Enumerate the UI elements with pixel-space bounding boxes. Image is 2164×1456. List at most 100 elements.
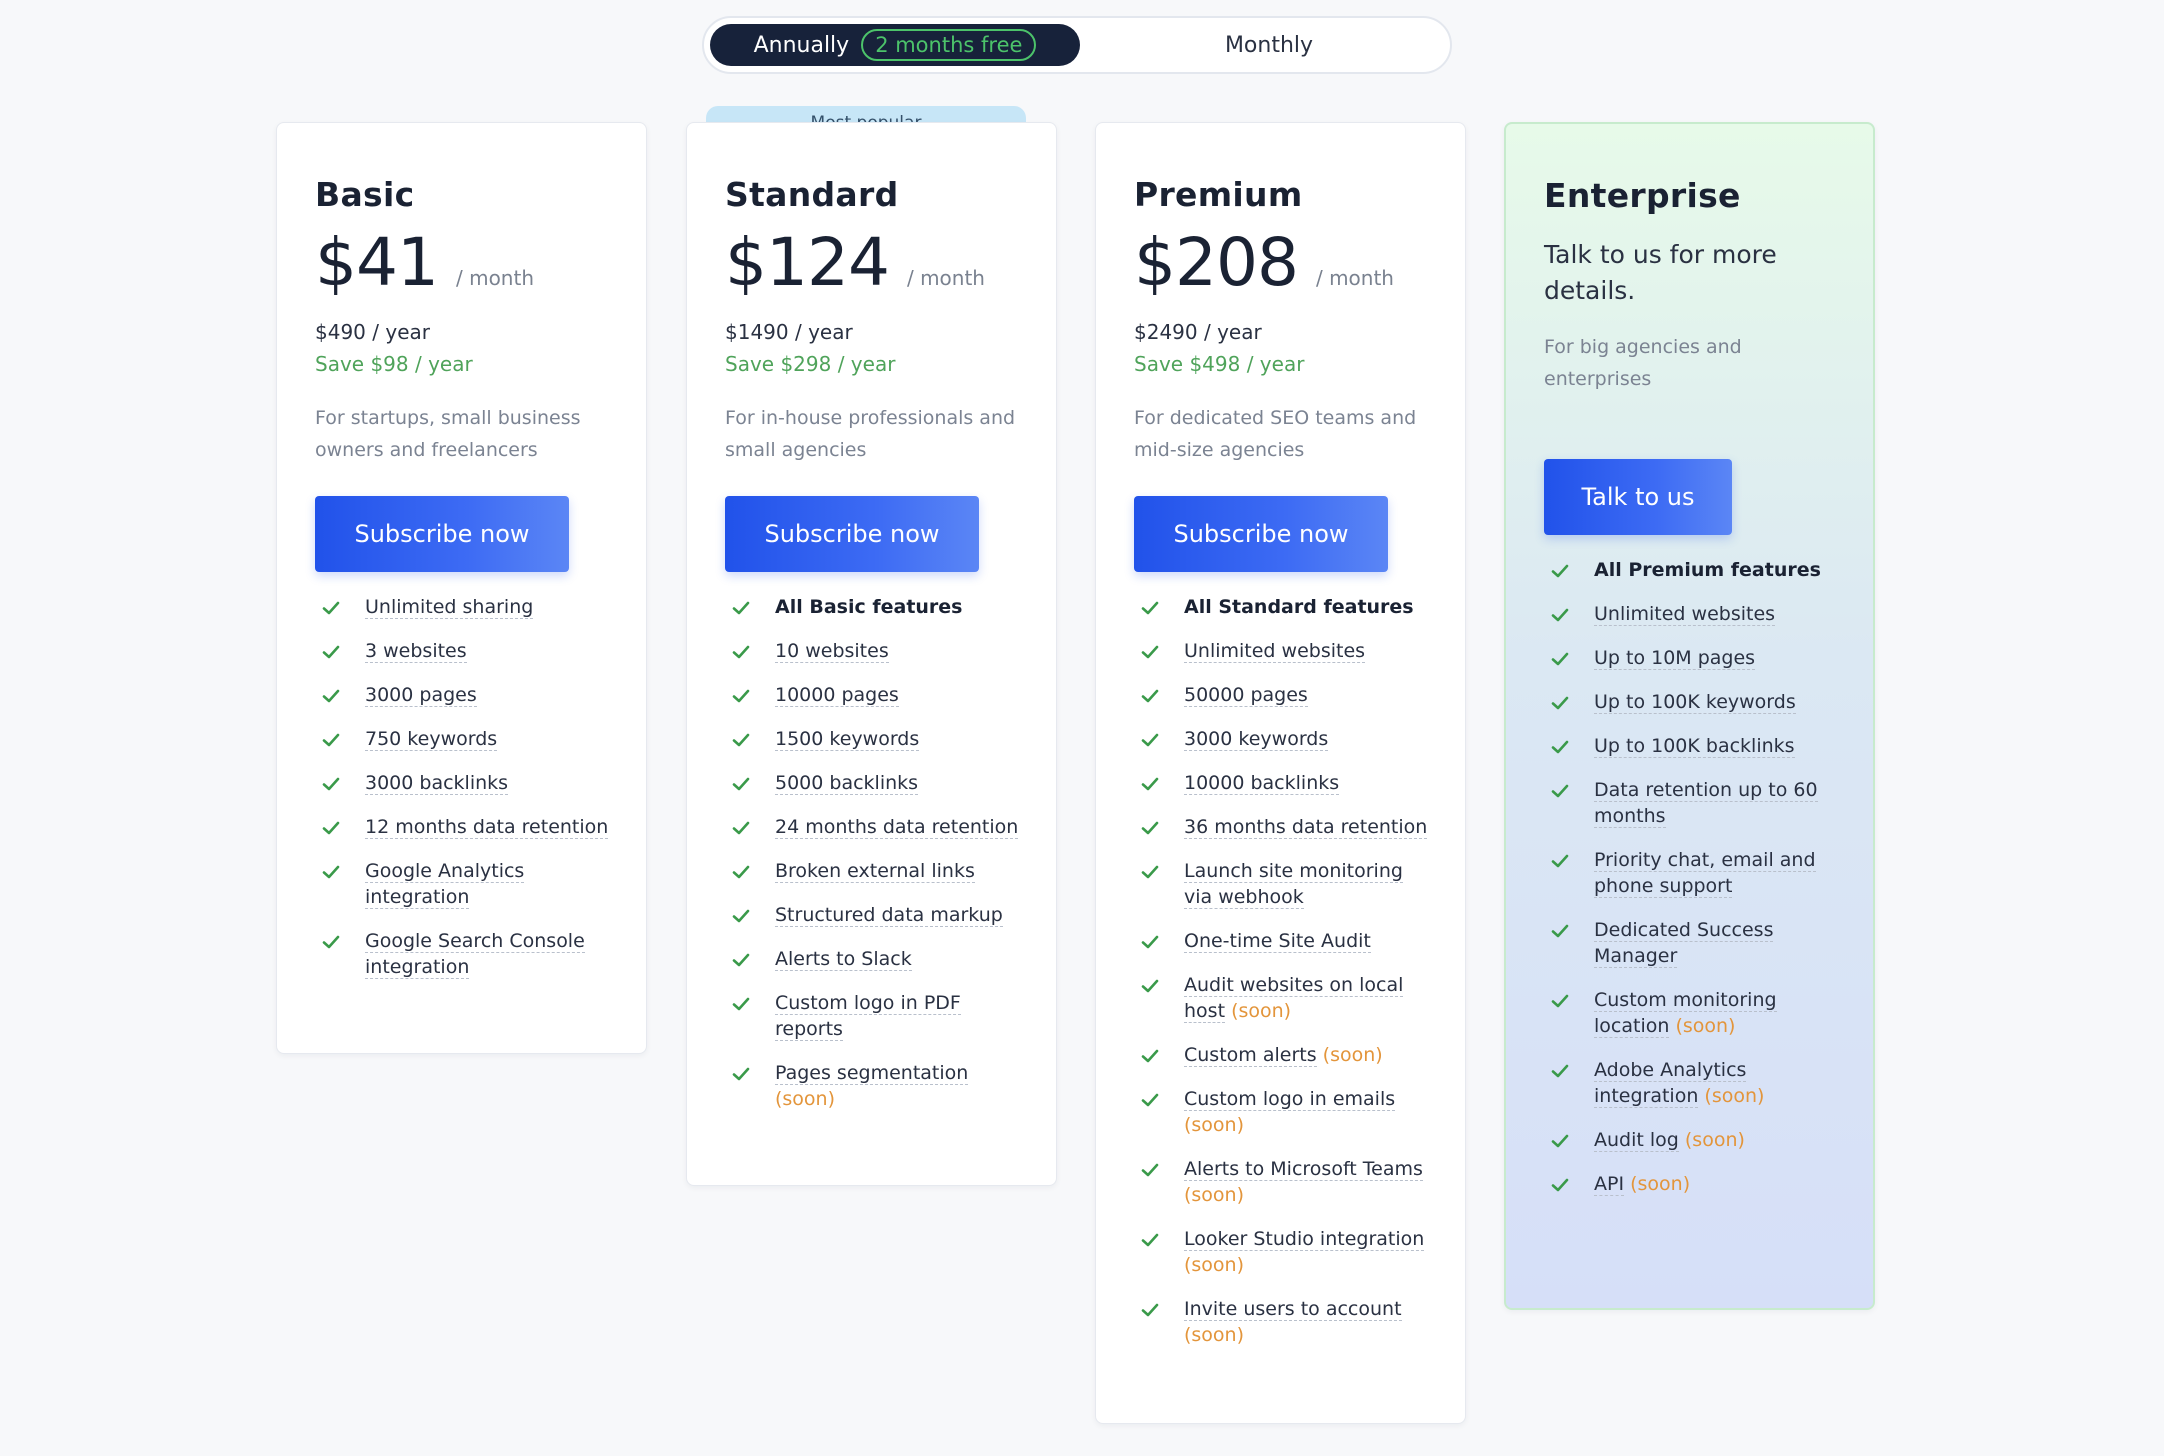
feature-label[interactable]: 12 months data retention: [365, 816, 609, 839]
feature-label[interactable]: Unlimited sharing: [365, 596, 534, 619]
yearly-price: $1490 / year: [725, 320, 853, 344]
check-icon: [1551, 1134, 1569, 1148]
feature-label[interactable]: 36 months data retention: [1184, 816, 1428, 839]
check-icon: [732, 865, 750, 879]
check-icon: [1141, 1233, 1159, 1247]
feature-label[interactable]: Invite users to account: [1184, 1298, 1402, 1321]
feature-label[interactable]: Structured data markup: [775, 904, 1003, 927]
billing-option-annually-label: Annually: [753, 32, 850, 58]
feature-label[interactable]: 24 months data retention: [775, 816, 1019, 839]
feature-text: 36 months data retention: [1184, 814, 1428, 840]
feature-label[interactable]: API: [1594, 1173, 1625, 1196]
feature-text: Dedicated Success Manager: [1594, 917, 1844, 969]
check-icon: [732, 909, 750, 923]
feature-label[interactable]: Priority chat, email and phone support: [1594, 849, 1816, 898]
feature-label[interactable]: Launch site monitoring via webhook: [1184, 860, 1403, 909]
feature-text: 10000 backlinks: [1184, 770, 1340, 796]
feature-text: 12 months data retention: [365, 814, 609, 840]
talk-to-us-button[interactable]: Talk to us: [1544, 459, 1732, 535]
check-icon: [1551, 1064, 1569, 1078]
feature-label[interactable]: Custom logo in PDF reports: [775, 992, 961, 1041]
feature-label[interactable]: Up to 10M pages: [1594, 647, 1756, 670]
billing-toggle[interactable]: Annually 2 months free Monthly: [702, 16, 1452, 74]
feature-list: All Basic features 10 websites 10000 pages…: [725, 594, 1056, 1112]
feature-text: Audit websites on local host (soon): [1184, 972, 1434, 1024]
coming-soon-label: (soon): [1322, 1044, 1383, 1066]
feature-label[interactable]: Alerts to Slack: [775, 948, 912, 971]
feature-text: Unlimited sharing: [365, 594, 534, 620]
feature-item: 5000 backlinks: [725, 770, 1025, 796]
price-row: $124 / month: [725, 224, 1056, 306]
check-icon: [322, 935, 340, 949]
feature-label[interactable]: Unlimited websites: [1184, 640, 1366, 663]
feature-text: Up to 100K backlinks: [1594, 733, 1795, 759]
feature-text: Custom logo in emails (soon): [1184, 1086, 1434, 1138]
feature-label[interactable]: 10000 pages: [775, 684, 899, 707]
check-icon: [1551, 924, 1569, 938]
feature-label[interactable]: Google Analytics integration: [365, 860, 525, 909]
check-icon: [732, 821, 750, 835]
feature-label[interactable]: 1500 keywords: [775, 728, 920, 751]
feature-label[interactable]: 5000 backlinks: [775, 772, 919, 795]
feature-item: 12 months data retention: [315, 814, 615, 840]
feature-text: Data retention up to 60 months: [1594, 777, 1844, 829]
yearly-savings: Save $298 / year: [725, 352, 896, 376]
feature-item: All Standard features: [1134, 594, 1434, 620]
feature-item: Custom logo in emails (soon): [1134, 1086, 1434, 1138]
feature-label[interactable]: Unlimited websites: [1594, 603, 1776, 626]
check-icon: [1141, 1049, 1159, 1063]
yearly-price: $2490 / year: [1134, 320, 1262, 344]
plan-name: Basic: [315, 175, 415, 214]
billing-option-monthly[interactable]: Monthly: [1094, 24, 1444, 66]
feature-label[interactable]: One-time Site Audit: [1184, 930, 1371, 953]
check-icon: [1141, 689, 1159, 703]
plan-name: Standard: [725, 175, 899, 214]
feature-text: Launch site monitoring via webhook: [1184, 858, 1434, 910]
feature-label[interactable]: Pages segmentation: [775, 1062, 969, 1085]
feature-item: Up to 10M pages: [1544, 645, 1844, 671]
feature-label[interactable]: 3000 pages: [365, 684, 477, 707]
feature-label[interactable]: Data retention up to 60 months: [1594, 779, 1818, 828]
feature-list: Unlimited sharing 3 websites 3000 pages 750…: [315, 594, 646, 980]
feature-label[interactable]: Dedicated Success Manager: [1594, 919, 1774, 968]
feature-label[interactable]: 10000 backlinks: [1184, 772, 1340, 795]
feature-label[interactable]: Broken external links: [775, 860, 975, 883]
feature-label[interactable]: Audit websites on local host: [1184, 974, 1404, 1023]
feature-label[interactable]: Up to 100K backlinks: [1594, 735, 1795, 758]
feature-label[interactable]: 3 websites: [365, 640, 467, 663]
subscribe-button-basic[interactable]: Subscribe now: [315, 496, 569, 572]
plan-price: $208: [1134, 224, 1299, 301]
feature-text: Unlimited websites: [1184, 638, 1366, 664]
check-icon: [732, 601, 750, 615]
feature-label[interactable]: Custom alerts: [1184, 1044, 1317, 1067]
yearly-savings: Save $498 / year: [1134, 352, 1305, 376]
feature-label[interactable]: 3000 keywords: [1184, 728, 1329, 751]
check-icon: [1551, 854, 1569, 868]
feature-item: All Premium features: [1544, 557, 1844, 583]
feature-label[interactable]: Audit log: [1594, 1129, 1679, 1152]
feature-label[interactable]: 750 keywords: [365, 728, 498, 751]
feature-label[interactable]: Looker Studio integration: [1184, 1228, 1425, 1251]
feature-label[interactable]: Up to 100K keywords: [1594, 691, 1796, 714]
feature-text: 750 keywords: [365, 726, 498, 752]
feature-text: 3000 backlinks: [365, 770, 509, 796]
plan-card-basic: Basic $41 / month $490 / year Save $98 /…: [276, 122, 647, 1054]
check-icon: [732, 733, 750, 747]
feature-item: Data retention up to 60 months: [1544, 777, 1844, 829]
feature-label[interactable]: 3000 backlinks: [365, 772, 509, 795]
billing-option-annually[interactable]: Annually 2 months free: [710, 24, 1080, 66]
subscribe-button-premium[interactable]: Subscribe now: [1134, 496, 1388, 572]
feature-label[interactable]: Google Search Console integration: [365, 930, 585, 979]
feature-text: Up to 100K keywords: [1594, 689, 1796, 715]
feature-label[interactable]: 50000 pages: [1184, 684, 1308, 707]
subscribe-button-standard[interactable]: Subscribe now: [725, 496, 979, 572]
feature-label[interactable]: 10 websites: [775, 640, 889, 663]
feature-text: Custom alerts (soon): [1184, 1042, 1383, 1068]
plan-description: For big agencies and enterprises: [1544, 336, 1742, 390]
coming-soon-label: (soon): [1675, 1015, 1736, 1037]
feature-item: Unlimited sharing: [315, 594, 615, 620]
feature-label: All Basic features: [775, 596, 963, 618]
check-icon: [732, 997, 750, 1011]
feature-label[interactable]: Alerts to Microsoft Teams: [1184, 1158, 1423, 1181]
feature-label[interactable]: Custom logo in emails: [1184, 1088, 1396, 1111]
